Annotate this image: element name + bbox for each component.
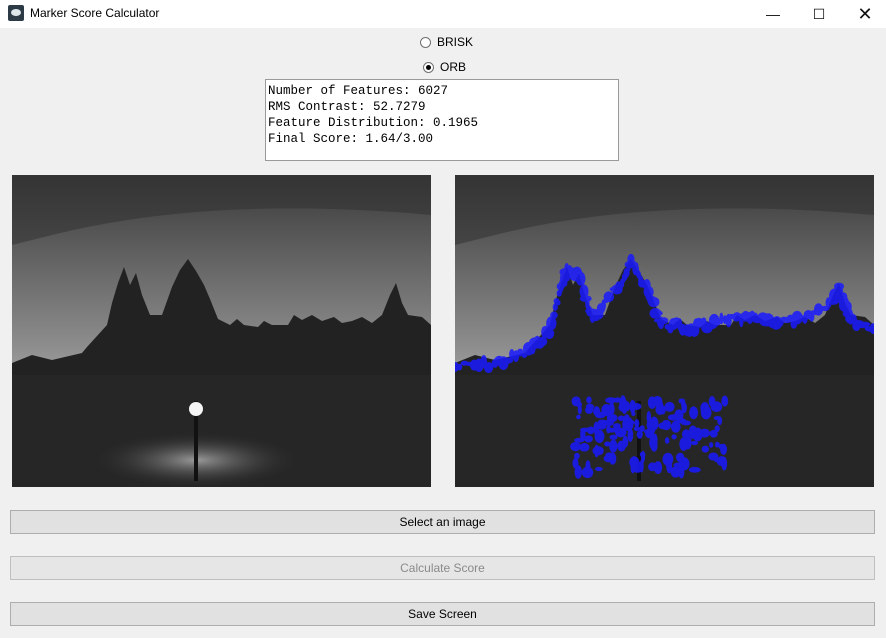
feature-mark: [721, 395, 729, 407]
feature-mark: [700, 402, 710, 414]
feature-mark: [571, 396, 581, 407]
feature-mark: [664, 437, 670, 444]
window-title: Marker Score Calculator: [30, 6, 160, 20]
maximize-button[interactable]: ☐: [796, 0, 842, 28]
radio-label: ORB: [440, 60, 467, 74]
maximize-icon: ☐: [812, 6, 826, 22]
feature-mark: [633, 426, 641, 432]
radio-label: BRISK: [437, 35, 474, 49]
feature-mark: [662, 452, 674, 466]
feature-mark: [670, 466, 681, 478]
feature-mark: [646, 411, 652, 424]
close-icon: ✕: [857, 4, 873, 24]
feature-mark: [580, 427, 590, 433]
feature-mark: [457, 363, 463, 371]
feature-mark: [851, 314, 857, 319]
feature-mark: [719, 312, 724, 325]
feature-mark: [605, 397, 617, 404]
feature-mark: [644, 428, 655, 439]
feature-mark: [595, 466, 603, 472]
feature-mark: [718, 443, 725, 450]
close-button[interactable]: ✕: [842, 0, 886, 28]
feature-mark: [585, 406, 594, 414]
feature-mark: [658, 422, 669, 430]
feature-mark: [603, 454, 614, 463]
feature-mark: [576, 414, 581, 420]
feature-mark: [579, 442, 590, 452]
feature-mark: [688, 466, 701, 473]
feature-mark: [606, 425, 611, 434]
feature-mark: [619, 395, 627, 410]
feature-mark: [609, 294, 614, 301]
feature-mark: [593, 406, 601, 416]
feature-mark: [659, 317, 669, 325]
feature-mark: [555, 299, 561, 306]
feature-mark: [617, 415, 625, 421]
feature-mark: [581, 466, 594, 479]
original-image: [12, 175, 431, 487]
feature-mark: [609, 434, 618, 440]
feature-mark: [595, 434, 602, 439]
feature-mark: [709, 429, 718, 438]
feature-mark: [671, 434, 677, 440]
feature-mark: [648, 462, 657, 472]
title-bar: Marker Score Calculator — ☐ ✕: [0, 0, 886, 28]
results-distribution: Feature Distribution: 0.1965: [268, 116, 479, 130]
feature-mark: [681, 402, 687, 414]
feature-overlay-image: [455, 175, 874, 487]
results-final-score: Final Score: 1.64/3.00: [268, 132, 434, 146]
feature-mark: [570, 441, 581, 452]
feature-mark: [632, 456, 637, 470]
minimize-button[interactable]: —: [750, 0, 796, 28]
feature-mark: [574, 452, 580, 460]
feature-mark: [688, 425, 698, 439]
app-icon: [8, 5, 24, 21]
feature-mark: [608, 403, 615, 415]
feature-mark: [594, 444, 599, 458]
feature-mark: [689, 406, 699, 420]
feature-mark: [708, 452, 719, 461]
feature-mark: [701, 445, 709, 453]
feature-mark: [710, 401, 723, 413]
feature-mark: [629, 399, 636, 414]
calculate-score-button[interactable]: Calculate Score: [10, 556, 875, 580]
feature-mark: [586, 396, 592, 404]
results-textbox[interactable]: Number of Features: 6027 RMS Contrast: 5…: [265, 79, 619, 161]
feature-mark: [617, 440, 626, 452]
feature-mark: [713, 415, 721, 421]
results-contrast: RMS Contrast: 52.7279: [268, 100, 426, 114]
feature-mark: [683, 429, 689, 441]
feature-mark: [709, 442, 714, 448]
feature-mark: [609, 439, 618, 453]
feature-mark: [593, 421, 600, 436]
feature-mark: [577, 404, 582, 415]
feature-mark: [626, 420, 635, 425]
feature-mark: [673, 462, 684, 468]
feature-mark: [597, 419, 608, 425]
radio-circle-selected[interactable]: [423, 62, 434, 73]
results-features: Number of Features: 6027: [268, 84, 449, 98]
select-image-button[interactable]: Select an image: [10, 510, 875, 534]
feature-mark: [639, 451, 646, 457]
feature-mark: [675, 452, 685, 463]
feature-mark: [584, 435, 593, 443]
feature-mark: [651, 310, 663, 317]
save-screen-button[interactable]: Save Screen: [10, 602, 875, 626]
feature-mark: [680, 445, 687, 450]
radio-circle[interactable]: [420, 37, 431, 48]
feature-mark: [721, 456, 728, 471]
feature-mark: [606, 413, 618, 423]
feature-mark: [536, 336, 548, 347]
minimize-icon: —: [766, 6, 780, 22]
feature-mark: [664, 401, 675, 412]
feature-mark: [550, 311, 558, 320]
feature-mark: [652, 395, 663, 407]
feature-mark: [690, 440, 699, 446]
feature-mark: [572, 457, 579, 469]
feature-mark: [639, 425, 645, 432]
feature-mark: [678, 398, 684, 404]
feature-mark: [647, 296, 660, 308]
feature-mark: [670, 420, 681, 433]
